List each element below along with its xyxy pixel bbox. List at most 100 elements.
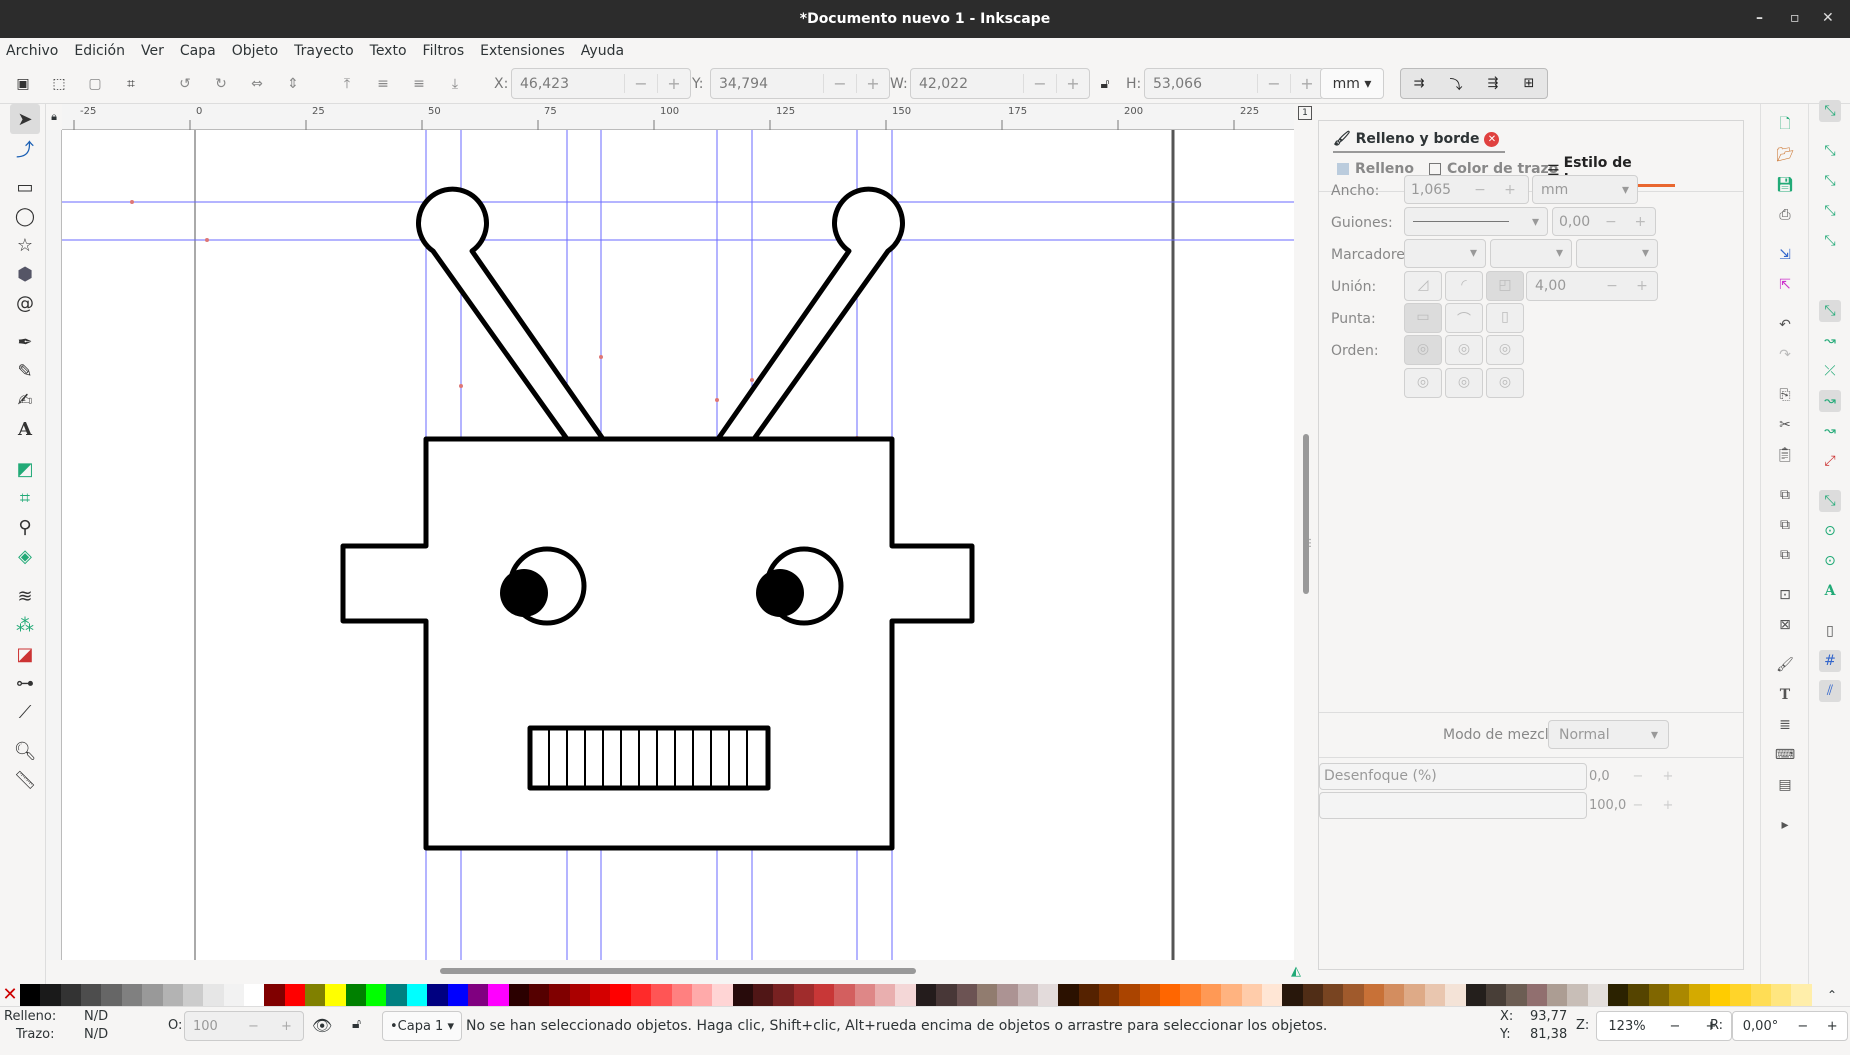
snap-bbox-midpoints-icon[interactable]: ⤡ [1819,230,1841,252]
mesh-tool-icon[interactable]: ⌗ [10,483,40,513]
square-cap-icon[interactable]: ▯ [1486,303,1524,333]
color-swatch[interactable] [651,984,672,1006]
color-swatch[interactable] [1404,984,1425,1006]
select-all-icon[interactable]: ▣ [10,71,36,97]
spiral-tool-icon[interactable]: @ [10,288,40,318]
snap-intersections-icon[interactable]: ⤫ [1819,360,1841,382]
color-swatch[interactable] [284,984,306,1006]
color-swatch[interactable] [427,984,448,1006]
pencil-tool-icon[interactable]: ✎ [10,356,40,386]
color-swatch[interactable] [101,984,122,1006]
eye-icon[interactable]: 👁︎ [312,1016,332,1035]
color-swatch[interactable] [1160,984,1181,1006]
color-swatch[interactable] [1078,984,1100,1006]
color-swatch[interactable] [1282,984,1303,1006]
color-swatch[interactable] [1099,984,1120,1006]
layer-lock-icon[interactable]: 🔓︎ [352,1016,361,1032]
scale-radii-icon[interactable]: ⤵ [1450,74,1463,93]
save-document-icon[interactable]: 💾︎ [1774,174,1796,196]
left-antenna[interactable] [416,186,606,442]
snap-nodes-icon[interactable]: ⤡ [1819,300,1841,322]
calligraphy-tool-icon[interactable]: ✍ [10,385,40,415]
color-swatch[interactable] [203,984,224,1006]
dash-offset-field[interactable]: 0,00− + [1552,207,1656,236]
color-swatch[interactable] [956,984,977,1006]
color-swatch[interactable] [610,984,631,1006]
measure-tool-icon[interactable]: ⟋ [10,697,40,727]
color-swatch[interactable] [1546,984,1568,1006]
panel-handle-icon[interactable]: ⋮ [1305,538,1315,552]
color-swatch[interactable] [976,984,998,1006]
width-unit-select[interactable]: mm ▾ [1532,175,1638,204]
move-gradients-icon[interactable]: ⇶ [1488,76,1499,91]
color-swatch[interactable] [60,984,82,1006]
rectangle-tool-icon[interactable]: ▭ [10,172,40,202]
color-swatch[interactable] [1730,984,1751,1006]
snap-page-border-icon[interactable]: ▯ [1819,620,1841,642]
color-swatch[interactable] [325,984,346,1006]
panel-opacity-minus-icon[interactable]: − [1623,798,1653,813]
color-swatch[interactable] [1180,984,1201,1006]
end-marker-select[interactable]: ▾ [1576,239,1658,268]
menu-trayecto[interactable]: Trayecto [294,43,353,59]
panel-opacity-plus-icon[interactable]: + [1653,798,1683,813]
color-swatch[interactable] [1709,984,1731,1006]
snap-bbox-edges-icon[interactable]: ⤡ [1819,170,1841,192]
unlink-clone-icon[interactable]: ⧉ [1774,544,1796,566]
color-swatch[interactable] [549,984,570,1006]
bevel-join-icon[interactable]: ◿ [1404,271,1442,301]
y-field[interactable]: 34,794 − + [710,68,890,99]
zoom-fit-icon[interactable]: 1 [1298,106,1312,120]
color-swatch[interactable] [1587,984,1609,1006]
color-swatch[interactable] [630,984,652,1006]
opacity-plus-icon[interactable]: + [270,1019,303,1034]
color-swatch[interactable] [508,984,529,1006]
order-markers-fill-stroke-icon[interactable]: ◎ [1404,368,1442,398]
rotation-minus-icon[interactable]: − [1788,1019,1817,1034]
color-swatch[interactable] [243,984,265,1006]
color-swatch[interactable] [1526,984,1547,1006]
blur-field[interactable]: 0,0− + [1589,763,1683,790]
snap-cusp-nodes-icon[interactable]: ↝ [1819,390,1841,412]
node-tool-icon[interactable]: ⤴ [10,134,40,164]
menu-texto[interactable]: Texto [370,43,407,59]
color-swatch[interactable] [1323,984,1344,1006]
xml-editor-icon[interactable]: ⌨ [1774,744,1796,766]
menu-archivo[interactable]: Archivo [6,43,58,59]
order-markers-stroke-fill-icon[interactable]: ◎ [1486,368,1524,398]
color-swatch[interactable] [1384,984,1405,1006]
open-document-icon[interactable]: 📂︎ [1774,144,1796,166]
drawing-canvas[interactable] [62,130,1294,960]
width-minus-icon[interactable]: − [1465,182,1495,198]
color-swatch[interactable] [1465,984,1486,1006]
snap-rotation-centers-icon[interactable]: ⊙ [1819,550,1841,572]
color-swatch[interactable] [691,984,713,1006]
color-swatch[interactable] [1608,984,1629,1006]
blur-plus-icon[interactable]: + [1653,769,1683,784]
rotation-plus-icon[interactable]: + [1818,1019,1847,1034]
color-swatch[interactable] [1669,984,1690,1006]
x-minus-icon[interactable]: − [624,74,657,93]
color-swatch[interactable] [854,984,876,1006]
y-minus-icon[interactable]: − [823,74,856,93]
menu-capa[interactable]: Capa [180,43,216,59]
raise-to-top-icon[interactable]: ⤒ [334,71,360,97]
tab-fill[interactable]: Relleno [1337,161,1414,177]
color-swatch[interactable] [528,984,550,1006]
enable-snapping-icon[interactable]: ⤡ [1819,100,1841,122]
width-plus-icon[interactable]: + [1495,182,1525,198]
select-same-icon[interactable]: ⌗ [118,71,144,97]
order-stroke-fill-markers-icon[interactable]: ◎ [1445,335,1483,365]
color-manage-icon[interactable]: ◭ [1287,962,1305,980]
snap-paths-icon[interactable]: ↝ [1819,330,1841,352]
color-swatch[interactable] [488,984,509,1006]
duplicate-icon[interactable]: ⧉ [1774,484,1796,506]
color-swatch[interactable] [1506,984,1527,1006]
color-swatch[interactable] [467,984,489,1006]
w-plus-icon[interactable]: + [1056,74,1089,93]
color-swatch[interactable] [1017,984,1038,1006]
color-swatch[interactable] [1445,984,1466,1006]
color-swatch[interactable] [793,984,815,1006]
color-swatch[interactable] [1221,984,1242,1006]
right-antenna[interactable] [715,186,905,442]
